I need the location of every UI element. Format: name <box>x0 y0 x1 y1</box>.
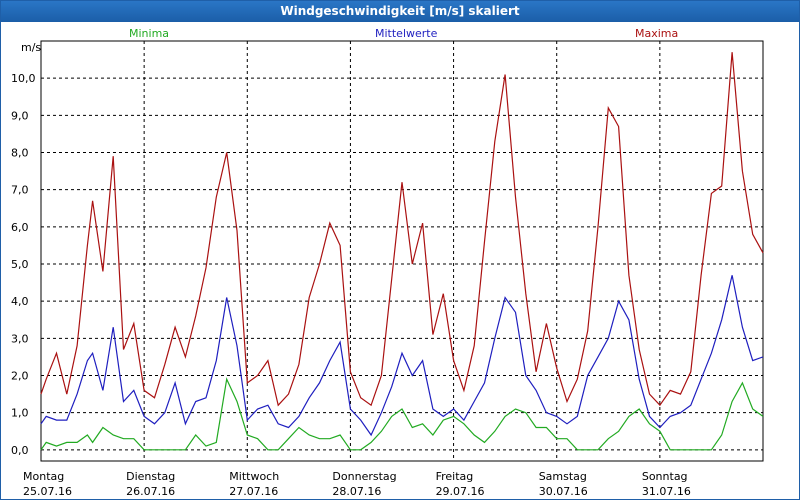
x-tick-weekday: Sonntag <box>642 470 688 483</box>
y-axis-label: m/s <box>21 41 41 54</box>
y-tick-label: 7,0 <box>11 184 29 197</box>
y-tick-label: 5,0 <box>11 258 29 271</box>
grid-lines <box>41 41 763 461</box>
legend-mittelwerte: Mittelwerte <box>375 27 438 40</box>
x-tick-weekday: Mittwoch <box>229 470 279 483</box>
x-tick-date: 25.07.16 <box>23 485 72 498</box>
x-tick-weekday: Montag <box>23 470 64 483</box>
legend: Minima Mittelwerte Maxima <box>129 27 678 40</box>
x-tick-date: 30.07.16 <box>539 485 588 498</box>
y-tick-label: 3,0 <box>11 332 29 345</box>
axes <box>40 40 764 462</box>
x-tick-weekday: Dienstag <box>126 470 175 483</box>
plot-frame <box>40 40 764 462</box>
x-tick-date: 26.07.16 <box>126 485 175 498</box>
legend-minima: Minima <box>129 27 169 40</box>
x-tick-weekday: Samstag <box>539 470 587 483</box>
y-tick-label: 1,0 <box>11 407 29 420</box>
chart-window: Windgeschwindigkeit [m/s] skaliert 0,0 1,… <box>0 0 800 500</box>
y-tick-label: 2,0 <box>11 370 29 383</box>
x-tick-date: 31.07.16 <box>642 485 691 498</box>
series-line-minima <box>40 377 764 451</box>
y-tick-label: 6,0 <box>11 221 29 234</box>
x-tick-date: 29.07.16 <box>436 485 485 498</box>
y-tick-label: 8,0 <box>11 147 29 160</box>
y-tick-label: 4,0 <box>11 295 29 308</box>
series-line-mittelwerte <box>40 275 764 437</box>
y-tick-label: 0,0 <box>11 444 29 457</box>
x-tick-weekday: Freitag <box>436 470 474 483</box>
x-tick-date: 28.07.16 <box>332 485 381 498</box>
series-lines <box>40 52 764 451</box>
legend-maxima: Maxima <box>635 27 678 40</box>
x-tick-weekday: Donnerstag <box>332 470 396 483</box>
y-tick-label: 10,0 <box>11 72 36 85</box>
line-chart: 0,0 1,0 2,0 3,0 4,0 5,0 6,0 7,0 8,0 9,0 10,0 m/s Mon… <box>11 27 764 498</box>
y-tick-label: 9,0 <box>11 109 29 122</box>
x-tick-date: 27.07.16 <box>229 485 278 498</box>
